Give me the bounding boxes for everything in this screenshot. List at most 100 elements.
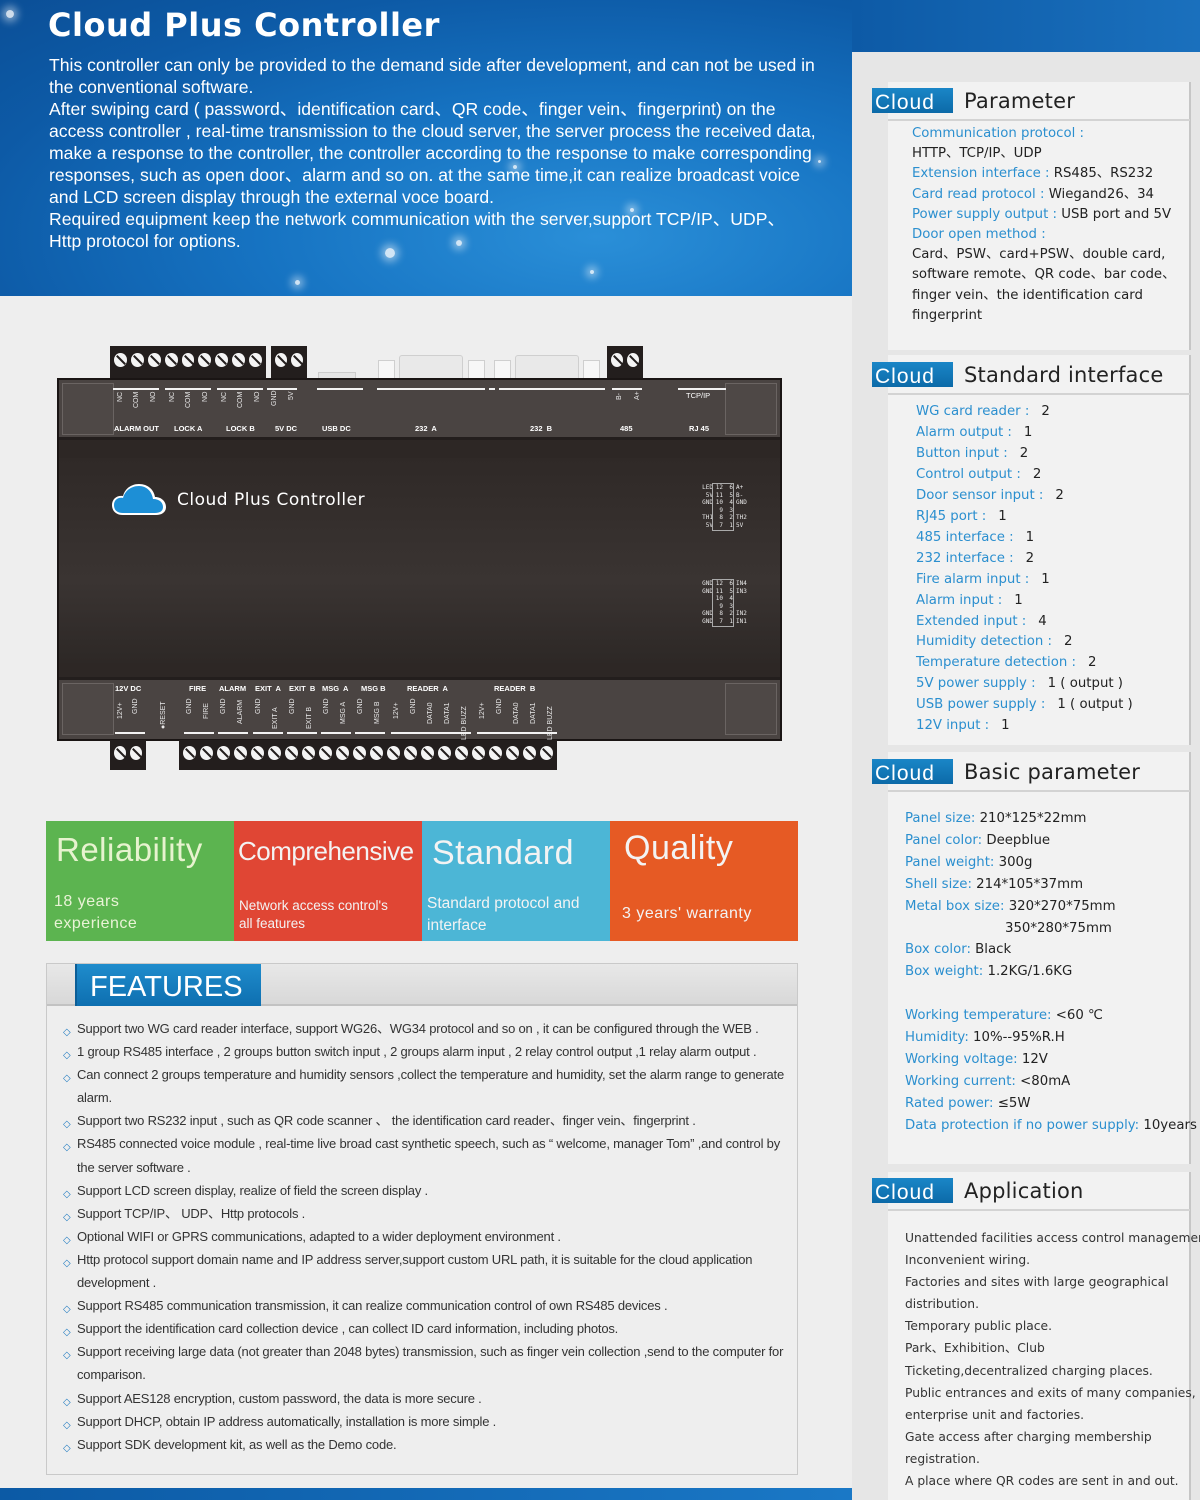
spec-value: 1 [998, 508, 1007, 524]
spec-row: Button input : 2 [916, 444, 1133, 465]
group-label-alarm-out: ALARM OUT [114, 424, 159, 433]
section-header-parameter: Cloud Parameter [872, 88, 1190, 126]
screw-icon [421, 746, 434, 760]
group-line [115, 732, 145, 734]
pin-header-outline [712, 579, 734, 627]
diamond-bullet-icon: ◇ [63, 1442, 71, 1454]
section-header-basic-parameter: Cloud Basic parameter [872, 759, 1190, 797]
tile-subtitle: Standard protocol and interface [427, 893, 580, 937]
group-line [184, 732, 214, 734]
spec-row: Metal box size: 320*270*75mm [905, 896, 1197, 918]
spec-value: 2 [1041, 404, 1050, 419]
application-item: registration. [905, 1451, 980, 1466]
pin-label: GND [186, 698, 193, 714]
tile-subtitle: Network access control's all features [239, 897, 388, 933]
group-line [317, 388, 363, 390]
spec-row: 485 interface : 1 [916, 528, 1133, 549]
pin-label: GND [357, 698, 364, 714]
pin-label: COM [133, 391, 140, 408]
feature-item: ◇ Support LCD screen display, realize of … [63, 1179, 793, 1202]
tile-subtitle-line: all features [239, 916, 306, 931]
spec-label: Extension interface : [912, 166, 1054, 182]
feature-item: ◇ Support SDK development kit, as well as… [63, 1433, 793, 1456]
screw-icon [336, 746, 349, 760]
spec-row: 12V input : 1 [916, 716, 1133, 737]
application-item: Public entrances and exits of many compa… [905, 1385, 1196, 1400]
diamond-bullet-icon: ◇ [63, 1350, 71, 1362]
application-list: Unattended facilities access control man… [905, 1227, 1200, 1492]
pin-label: GND [496, 698, 503, 714]
cloud-tag: Cloud [872, 1178, 953, 1203]
spec-value: Wiegand26、34 [1048, 186, 1155, 202]
divider [888, 1209, 1190, 1211]
feature-text: Support two RS232 input , such as QR cod… [77, 1113, 696, 1129]
terminal-block-io [179, 740, 557, 770]
tile-standard: Standard Standard protocol and interface [422, 821, 610, 941]
standard-interface-list: WG card reader : 2 Alarm output : 1 Button i… [916, 402, 1133, 737]
pin-label: IN4 [736, 580, 747, 587]
spec-value: 300g [998, 854, 1033, 870]
spec-value: Deepblue [986, 832, 1051, 848]
pin-label: GND [132, 698, 139, 714]
screw-icon [198, 353, 212, 367]
spec-label: Extended input : [916, 613, 1027, 629]
pin-label: TH1 [702, 514, 713, 522]
section-title: Basic parameter [964, 760, 1141, 784]
screw-icon [249, 353, 263, 367]
spec-value: 1 [1041, 571, 1050, 587]
terminal-block-485 [607, 346, 643, 380]
spec-label: Working current: [905, 1073, 1021, 1089]
screw-icon [147, 353, 161, 367]
spec-value: Black [975, 942, 1012, 958]
pin-label [733, 603, 749, 611]
spec-row: Alarm output : 1 [916, 423, 1133, 444]
pin-label: NO [202, 391, 209, 403]
screw-icon [353, 746, 366, 760]
tile-subtitle-line: Network access control's [239, 898, 388, 913]
screw-icon [285, 746, 298, 760]
tile-title: Quality [624, 829, 734, 867]
divider [888, 119, 1190, 121]
feature-text: Can connect 2 groups temperature and hum… [77, 1067, 784, 1106]
pin-label: GND [220, 698, 227, 714]
spec-label: RJ45 port : [916, 508, 987, 524]
features-list: ◇ Support two WG card reader interface, s… [63, 1017, 793, 1456]
controller-device: NC COM NO NC COM NO NC COM NO GND 5V B- … [57, 378, 782, 741]
screw-icon [164, 353, 178, 367]
spec-label: Humidity: [905, 1030, 974, 1046]
tile-subtitle: 3 years' warranty [622, 903, 752, 925]
spec-label: Control output : [916, 466, 1021, 482]
spec-row: Humidity: 10%--95%R.H [905, 1027, 1197, 1049]
screw-icon [438, 746, 451, 760]
device-brand-label: Cloud Plus Controller [177, 490, 366, 510]
device-endcap [725, 383, 777, 435]
pin-label: TCP/IP [686, 391, 711, 400]
pin-label: LED BUZZ [461, 705, 468, 740]
spec-label: Fire alarm input : [916, 571, 1030, 587]
feature-item: ◇ RS485 connected voice module , real-tim… [63, 1132, 793, 1178]
spec-label: Temperature detection : [916, 655, 1076, 671]
screw-icon [506, 746, 519, 760]
device-endcap [725, 683, 777, 735]
screw-icon [114, 746, 126, 760]
pin-label: COM [237, 391, 244, 408]
spec-row: RJ45 port : 1 [916, 507, 1133, 528]
pin-label [733, 595, 749, 603]
spec-value: 1 [1025, 529, 1035, 545]
device-brand: Cloud Plus Controller [111, 483, 365, 517]
group-label-485: 485 [620, 424, 633, 433]
cloud-tag: Cloud [872, 362, 953, 387]
spec-label: Card read protocol : [912, 186, 1049, 202]
db9-post [378, 360, 395, 380]
spec-row: Door sensor input : 2 [916, 486, 1133, 507]
spec-label: WG card reader : [916, 404, 1030, 419]
group-line [218, 732, 248, 734]
screw-icon [234, 746, 247, 760]
pin-label: TH2 [736, 514, 747, 522]
parameter-list: Communication protocol : HTTP、TCP/IP、UDP E… [912, 124, 1175, 326]
pin-label: DATA1 [530, 702, 537, 724]
spec-label: Rated power: [905, 1095, 998, 1111]
screw-icon [130, 746, 142, 760]
feature-item: ◇ Http protocol support domain name and I… [63, 1248, 793, 1294]
feature-text: Support TCP/IP、 UDP、Http protocols . [77, 1205, 306, 1221]
